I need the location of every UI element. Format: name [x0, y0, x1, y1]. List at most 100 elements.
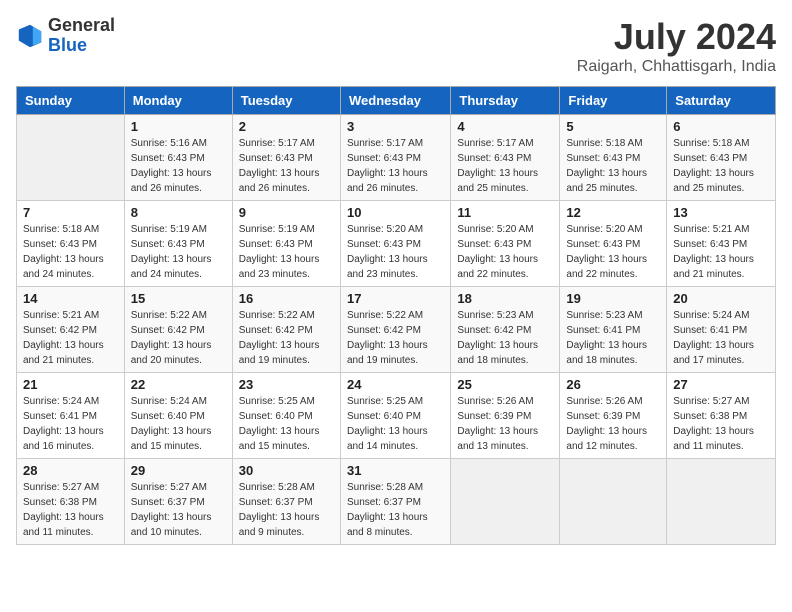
- day-number: 16: [239, 291, 334, 306]
- day-info: Sunrise: 5:28 AM Sunset: 6:37 PM Dayligh…: [347, 480, 444, 540]
- day-number: 1: [131, 119, 226, 134]
- calendar-cell: 18 Sunrise: 5:23 AM Sunset: 6:42 PM Dayl…: [451, 287, 560, 373]
- day-info: Sunrise: 5:19 AM Sunset: 6:43 PM Dayligh…: [131, 222, 226, 282]
- calendar-cell: 12 Sunrise: 5:20 AM Sunset: 6:43 PM Dayl…: [560, 201, 667, 287]
- day-info: Sunrise: 5:23 AM Sunset: 6:42 PM Dayligh…: [457, 308, 553, 368]
- day-info: Sunrise: 5:20 AM Sunset: 6:43 PM Dayligh…: [457, 222, 553, 282]
- column-header-thursday: Thursday: [451, 87, 560, 115]
- calendar-cell: 11 Sunrise: 5:20 AM Sunset: 6:43 PM Dayl…: [451, 201, 560, 287]
- calendar-cell: 10 Sunrise: 5:20 AM Sunset: 6:43 PM Dayl…: [340, 201, 450, 287]
- column-header-monday: Monday: [124, 87, 232, 115]
- calendar-cell: [560, 459, 667, 545]
- day-number: 28: [23, 463, 118, 478]
- calendar-week-row: 14 Sunrise: 5:21 AM Sunset: 6:42 PM Dayl…: [17, 287, 776, 373]
- calendar-cell: 2 Sunrise: 5:17 AM Sunset: 6:43 PM Dayli…: [232, 115, 340, 201]
- column-header-friday: Friday: [560, 87, 667, 115]
- calendar-week-row: 21 Sunrise: 5:24 AM Sunset: 6:41 PM Dayl…: [17, 373, 776, 459]
- day-info: Sunrise: 5:18 AM Sunset: 6:43 PM Dayligh…: [673, 136, 769, 196]
- month-year-title: July 2024: [577, 16, 776, 58]
- calendar-cell: 31 Sunrise: 5:28 AM Sunset: 6:37 PM Dayl…: [340, 459, 450, 545]
- day-number: 6: [673, 119, 769, 134]
- calendar-cell: 28 Sunrise: 5:27 AM Sunset: 6:38 PM Dayl…: [17, 459, 125, 545]
- day-info: Sunrise: 5:26 AM Sunset: 6:39 PM Dayligh…: [566, 394, 660, 454]
- day-number: 10: [347, 205, 444, 220]
- day-number: 17: [347, 291, 444, 306]
- calendar-cell: 22 Sunrise: 5:24 AM Sunset: 6:40 PM Dayl…: [124, 373, 232, 459]
- day-info: Sunrise: 5:28 AM Sunset: 6:37 PM Dayligh…: [239, 480, 334, 540]
- day-number: 18: [457, 291, 553, 306]
- day-number: 22: [131, 377, 226, 392]
- calendar-cell: 21 Sunrise: 5:24 AM Sunset: 6:41 PM Dayl…: [17, 373, 125, 459]
- day-number: 12: [566, 205, 660, 220]
- day-info: Sunrise: 5:17 AM Sunset: 6:43 PM Dayligh…: [239, 136, 334, 196]
- calendar-cell: [451, 459, 560, 545]
- calendar-cell: 29 Sunrise: 5:27 AM Sunset: 6:37 PM Dayl…: [124, 459, 232, 545]
- day-number: 20: [673, 291, 769, 306]
- calendar-cell: 25 Sunrise: 5:26 AM Sunset: 6:39 PM Dayl…: [451, 373, 560, 459]
- calendar-header-row: SundayMondayTuesdayWednesdayThursdayFrid…: [17, 87, 776, 115]
- day-number: 27: [673, 377, 769, 392]
- day-info: Sunrise: 5:16 AM Sunset: 6:43 PM Dayligh…: [131, 136, 226, 196]
- day-number: 30: [239, 463, 334, 478]
- day-info: Sunrise: 5:20 AM Sunset: 6:43 PM Dayligh…: [566, 222, 660, 282]
- day-number: 14: [23, 291, 118, 306]
- logo-text: General Blue: [48, 16, 115, 56]
- day-info: Sunrise: 5:19 AM Sunset: 6:43 PM Dayligh…: [239, 222, 334, 282]
- calendar-cell: [667, 459, 776, 545]
- day-info: Sunrise: 5:27 AM Sunset: 6:38 PM Dayligh…: [23, 480, 118, 540]
- day-number: 23: [239, 377, 334, 392]
- calendar-cell: 7 Sunrise: 5:18 AM Sunset: 6:43 PM Dayli…: [17, 201, 125, 287]
- day-info: Sunrise: 5:22 AM Sunset: 6:42 PM Dayligh…: [347, 308, 444, 368]
- day-number: 15: [131, 291, 226, 306]
- day-info: Sunrise: 5:24 AM Sunset: 6:41 PM Dayligh…: [673, 308, 769, 368]
- calendar-week-row: 1 Sunrise: 5:16 AM Sunset: 6:43 PM Dayli…: [17, 115, 776, 201]
- day-info: Sunrise: 5:17 AM Sunset: 6:43 PM Dayligh…: [347, 136, 444, 196]
- calendar-cell: 24 Sunrise: 5:25 AM Sunset: 6:40 PM Dayl…: [340, 373, 450, 459]
- logo: General Blue: [16, 16, 115, 56]
- column-header-saturday: Saturday: [667, 87, 776, 115]
- day-info: Sunrise: 5:17 AM Sunset: 6:43 PM Dayligh…: [457, 136, 553, 196]
- day-number: 9: [239, 205, 334, 220]
- calendar-table: SundayMondayTuesdayWednesdayThursdayFrid…: [16, 86, 776, 545]
- calendar-cell: 9 Sunrise: 5:19 AM Sunset: 6:43 PM Dayli…: [232, 201, 340, 287]
- location-subtitle: Raigarh, Chhattisgarh, India: [577, 58, 776, 76]
- calendar-cell: 16 Sunrise: 5:22 AM Sunset: 6:42 PM Dayl…: [232, 287, 340, 373]
- day-number: 5: [566, 119, 660, 134]
- day-info: Sunrise: 5:27 AM Sunset: 6:38 PM Dayligh…: [673, 394, 769, 454]
- column-header-wednesday: Wednesday: [340, 87, 450, 115]
- column-header-sunday: Sunday: [17, 87, 125, 115]
- calendar-cell: 6 Sunrise: 5:18 AM Sunset: 6:43 PM Dayli…: [667, 115, 776, 201]
- day-number: 13: [673, 205, 769, 220]
- logo-blue: Blue: [48, 36, 115, 56]
- day-number: 8: [131, 205, 226, 220]
- day-info: Sunrise: 5:22 AM Sunset: 6:42 PM Dayligh…: [131, 308, 226, 368]
- calendar-cell: 26 Sunrise: 5:26 AM Sunset: 6:39 PM Dayl…: [560, 373, 667, 459]
- day-number: 26: [566, 377, 660, 392]
- day-info: Sunrise: 5:25 AM Sunset: 6:40 PM Dayligh…: [239, 394, 334, 454]
- calendar-cell: 8 Sunrise: 5:19 AM Sunset: 6:43 PM Dayli…: [124, 201, 232, 287]
- day-number: 21: [23, 377, 118, 392]
- calendar-week-row: 28 Sunrise: 5:27 AM Sunset: 6:38 PM Dayl…: [17, 459, 776, 545]
- column-header-tuesday: Tuesday: [232, 87, 340, 115]
- day-info: Sunrise: 5:21 AM Sunset: 6:43 PM Dayligh…: [673, 222, 769, 282]
- calendar-cell: 20 Sunrise: 5:24 AM Sunset: 6:41 PM Dayl…: [667, 287, 776, 373]
- calendar-cell: 19 Sunrise: 5:23 AM Sunset: 6:41 PM Dayl…: [560, 287, 667, 373]
- day-number: 25: [457, 377, 553, 392]
- day-number: 4: [457, 119, 553, 134]
- day-info: Sunrise: 5:26 AM Sunset: 6:39 PM Dayligh…: [457, 394, 553, 454]
- calendar-cell: 17 Sunrise: 5:22 AM Sunset: 6:42 PM Dayl…: [340, 287, 450, 373]
- calendar-cell: 30 Sunrise: 5:28 AM Sunset: 6:37 PM Dayl…: [232, 459, 340, 545]
- day-info: Sunrise: 5:22 AM Sunset: 6:42 PM Dayligh…: [239, 308, 334, 368]
- day-info: Sunrise: 5:18 AM Sunset: 6:43 PM Dayligh…: [23, 222, 118, 282]
- day-number: 29: [131, 463, 226, 478]
- day-number: 3: [347, 119, 444, 134]
- calendar-cell: 1 Sunrise: 5:16 AM Sunset: 6:43 PM Dayli…: [124, 115, 232, 201]
- calendar-week-row: 7 Sunrise: 5:18 AM Sunset: 6:43 PM Dayli…: [17, 201, 776, 287]
- day-info: Sunrise: 5:23 AM Sunset: 6:41 PM Dayligh…: [566, 308, 660, 368]
- day-info: Sunrise: 5:24 AM Sunset: 6:40 PM Dayligh…: [131, 394, 226, 454]
- calendar-cell: 15 Sunrise: 5:22 AM Sunset: 6:42 PM Dayl…: [124, 287, 232, 373]
- calendar-cell: [17, 115, 125, 201]
- page-header: General Blue July 2024 Raigarh, Chhattis…: [16, 16, 776, 76]
- day-info: Sunrise: 5:24 AM Sunset: 6:41 PM Dayligh…: [23, 394, 118, 454]
- day-info: Sunrise: 5:20 AM Sunset: 6:43 PM Dayligh…: [347, 222, 444, 282]
